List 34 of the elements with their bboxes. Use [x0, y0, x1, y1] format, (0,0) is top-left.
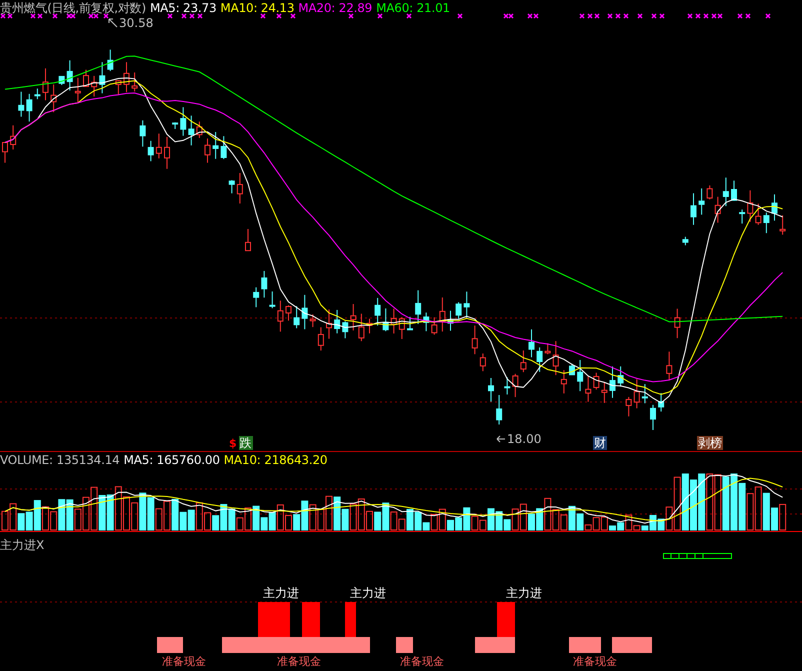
- cash-bar: [569, 637, 601, 653]
- signal-label: 主力进: [263, 586, 299, 600]
- event-tag: 剥榜: [697, 436, 723, 450]
- cash-label: 准备现金: [573, 655, 617, 668]
- ma-value: MA5: 23.73: [150, 1, 216, 15]
- cash-bar: [157, 637, 183, 653]
- inflow-bar: [345, 602, 356, 637]
- inflow-bar: [302, 602, 320, 637]
- event-tag: 跌: [238, 436, 253, 450]
- ma-value: MA60: 21.01: [376, 1, 450, 15]
- cash-label: 准备现金: [277, 655, 321, 668]
- ma-value: MA10: 24.13: [220, 1, 294, 15]
- arrow-icon: [496, 434, 506, 444]
- event-tag: 财: [593, 436, 607, 450]
- signal-label: 主力进: [350, 586, 386, 600]
- inflow-bar: [497, 602, 515, 637]
- cash-label: 准备现金: [162, 655, 206, 668]
- arrow-icon: [108, 18, 118, 28]
- ma-value: MA20: 22.89: [298, 1, 372, 15]
- cash-label: 准备现金: [400, 655, 444, 668]
- high-price-label: 30.58: [119, 16, 154, 30]
- progress-drawing: [663, 553, 732, 559]
- inflow-bar: [258, 602, 290, 637]
- low-price-label: 18.00: [507, 432, 542, 446]
- cash-bar: [475, 637, 515, 653]
- ma-value: MA5: 165760.00: [124, 453, 220, 467]
- indicator-title: 主力进X: [0, 538, 44, 552]
- ma-value: MA10: 218643.20: [224, 453, 328, 467]
- volume-title: VOLUME: 135134.14: [0, 453, 120, 467]
- cash-bar: [612, 637, 652, 653]
- cash-bar: [396, 637, 413, 653]
- chart-title: 贵州燃气(日线,前复权,对数): [0, 1, 146, 15]
- signal-label: 主力进: [506, 586, 542, 600]
- dollar-icon: $: [229, 436, 237, 450]
